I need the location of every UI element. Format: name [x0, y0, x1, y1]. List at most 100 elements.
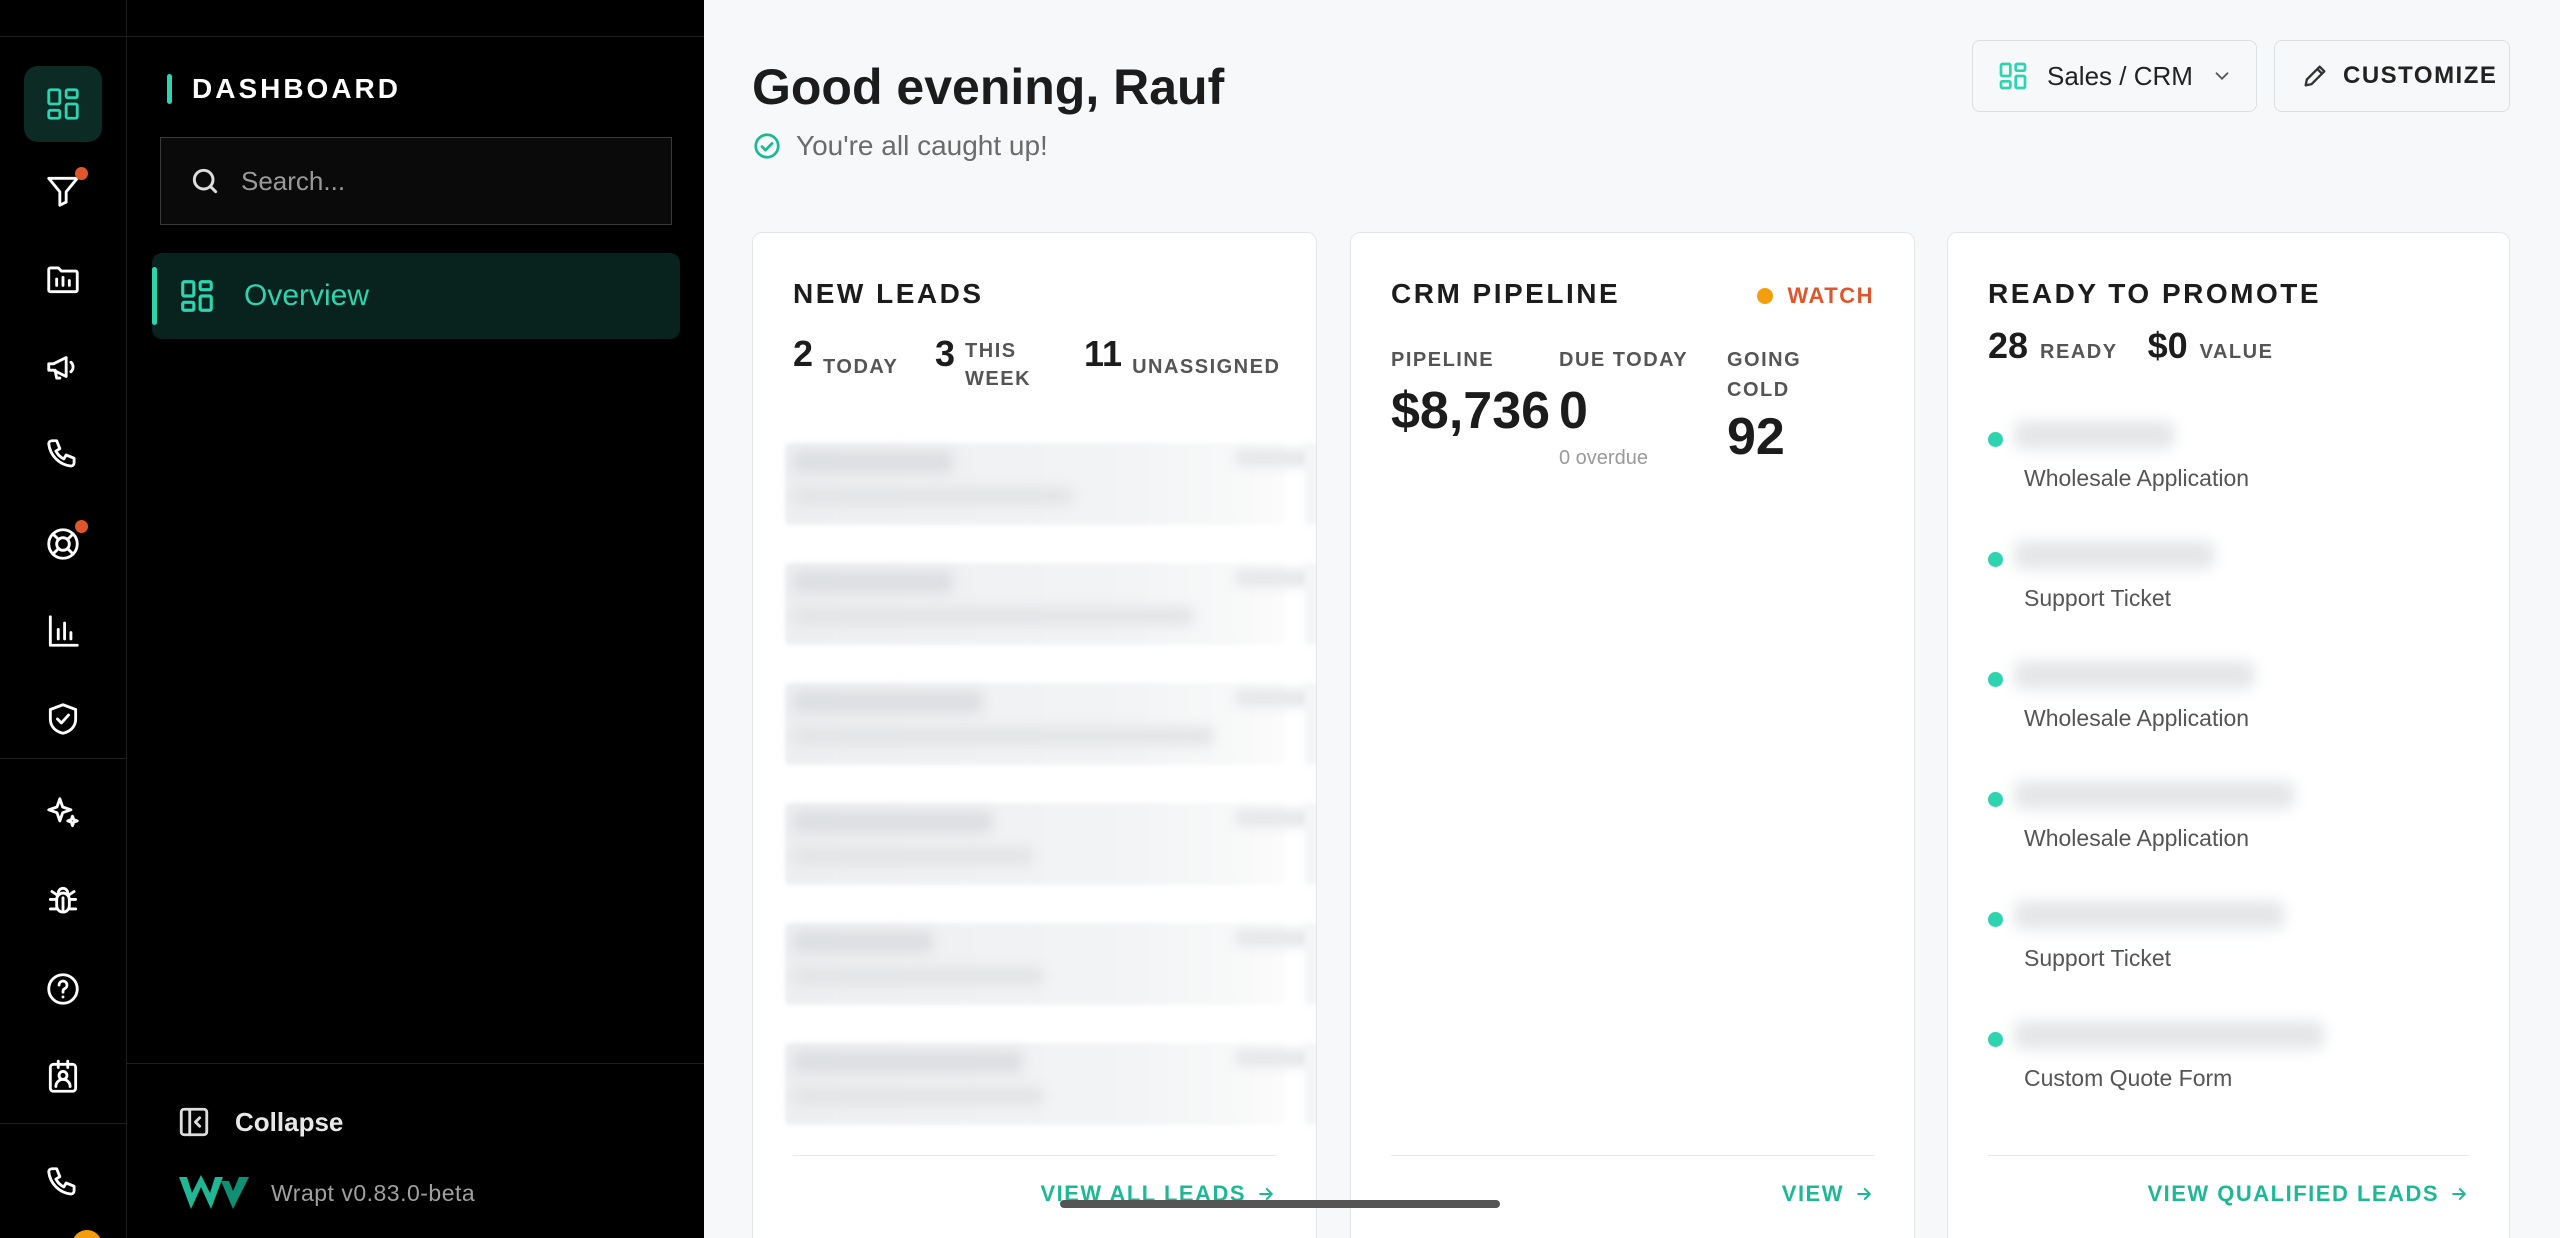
- rail-funnel-button[interactable]: [24, 153, 102, 229]
- rail-divider: [0, 758, 127, 759]
- stat-label-line: THIS: [965, 340, 1017, 362]
- promote-list-item[interactable]: Custom Quote Form: [1988, 1015, 2468, 1115]
- rail-calls-button[interactable]: [24, 417, 102, 493]
- rail-campaigns-button[interactable]: [24, 329, 102, 405]
- card-title: CRM PIPELINE: [1391, 278, 1621, 309]
- version-text: Wrapt v0.83.0-beta: [271, 1179, 476, 1206]
- workspace-select[interactable]: Sales / CRM: [1972, 40, 2257, 112]
- rail-help-button[interactable]: [24, 951, 102, 1027]
- stat-value: 92: [1727, 408, 1785, 466]
- lead-row-redacted[interactable]: [785, 443, 1316, 525]
- card-title: READY TO PROMOTE: [1988, 278, 2322, 309]
- chevron-down-icon: [2215, 72, 2229, 81]
- status-dot: [1988, 672, 2003, 687]
- status-message: You're all caught up!: [752, 130, 1048, 162]
- icon-rail: [0, 0, 127, 1238]
- search-input[interactable]: [241, 165, 621, 197]
- stat-label: TODAY: [823, 356, 899, 378]
- stat-value: $8,736: [1391, 382, 1551, 440]
- title-accent-bar: [167, 74, 172, 104]
- rail-dashboard-button[interactable]: [24, 66, 102, 142]
- home-indicator[interactable]: [1060, 1200, 1500, 1208]
- stat-value: 0: [1559, 382, 1588, 440]
- contact-badge-icon: [48, 1059, 78, 1093]
- view-pipeline-link[interactable]: VIEW: [1782, 1181, 1874, 1207]
- redacted-name: [2014, 781, 2294, 809]
- promote-list-item[interactable]: Wholesale Application: [1988, 775, 2468, 875]
- pencil-icon: [2304, 65, 2326, 87]
- rail-security-button[interactable]: [24, 681, 102, 757]
- lead-source: Custom Quote Form: [2024, 1065, 2233, 1091]
- bug-icon: [48, 886, 78, 914]
- megaphone-icon: [47, 356, 75, 380]
- lead-row-redacted[interactable]: [785, 563, 1316, 645]
- phone-icon: [47, 1167, 76, 1196]
- card-footer-divider: [1988, 1155, 2469, 1156]
- redacted-name: [2014, 661, 2254, 689]
- stat-this-week: 3 THIS WEEK: [935, 333, 1031, 393]
- redacted-name: [2014, 901, 2284, 929]
- rail-divider: [0, 36, 127, 37]
- view-qualified-leads-link[interactable]: VIEW QUALIFIED LEADS: [2147, 1181, 2469, 1207]
- status-dot: [1988, 792, 2003, 807]
- avatar[interactable]: [72, 1230, 102, 1238]
- stat-today: 2 TODAY: [793, 333, 898, 381]
- nav-item-overview[interactable]: Overview: [152, 253, 680, 339]
- dashboard-icon: [47, 88, 79, 120]
- status-dot: [1988, 912, 2003, 927]
- wrapt-logo: [179, 1175, 249, 1209]
- stat-label-line: WEEK: [965, 368, 1032, 390]
- promote-list-item[interactable]: Support Ticket: [1988, 535, 2468, 635]
- side-panel: DASHBOARD Overview Collapse Wrapt v0.83.…: [127, 0, 704, 1238]
- rail-folder-button[interactable]: [24, 241, 102, 317]
- lead-source: Wholesale Application: [2024, 825, 2250, 851]
- stat-value: 11: [1084, 333, 1123, 374]
- search-box[interactable]: [160, 137, 672, 225]
- redacted-name: [2014, 541, 2214, 569]
- check-circle-icon: [754, 133, 780, 159]
- panel-divider: [127, 36, 704, 37]
- lead-row-redacted[interactable]: [785, 803, 1316, 885]
- stat-label: VALUE: [2199, 341, 2274, 363]
- promote-list-item[interactable]: Wholesale Application: [1988, 655, 2468, 755]
- rail-ai-button[interactable]: [24, 775, 102, 851]
- status-dot: [1757, 288, 1774, 304]
- rail-bugs-button[interactable]: [24, 863, 102, 939]
- collapse-button[interactable]: Collapse: [177, 1105, 343, 1139]
- notification-dot: [75, 167, 88, 180]
- overdue-text: 0 overdue: [1559, 447, 1648, 469]
- help-icon: [47, 973, 79, 1005]
- rail-reports-button[interactable]: [24, 593, 102, 669]
- status-dot: [1988, 552, 2003, 567]
- rail-dialer-button[interactable]: [24, 1145, 102, 1221]
- redacted-name: [2014, 421, 2174, 449]
- redacted-name: [2014, 1021, 2324, 1049]
- stat-value: 28: [1988, 325, 2029, 366]
- panel-title-text: DASHBOARD: [192, 73, 401, 104]
- link-label: VIEW: [1781, 1181, 1844, 1206]
- lead-row-redacted[interactable]: [785, 683, 1316, 765]
- promote-list-item[interactable]: Support Ticket: [1988, 895, 2468, 995]
- bar-chart-icon: [48, 615, 79, 647]
- panel-divider: [127, 1063, 704, 1064]
- lead-row-redacted[interactable]: [785, 923, 1316, 1005]
- page-title: Good evening, Rauf: [752, 59, 1225, 115]
- rail-contacts-button[interactable]: [24, 1039, 102, 1115]
- notification-dot: [75, 520, 88, 533]
- crm-pipeline-card: CRM PIPELINE WATCH PIPELINE $8,736 DUE T…: [1350, 232, 1915, 1238]
- lead-row-redacted[interactable]: [785, 1043, 1316, 1125]
- customize-button[interactable]: CUSTOMIZE: [2274, 40, 2510, 112]
- going-cold-stat: GOING COLD 92: [1727, 345, 1801, 467]
- rail-support-button[interactable]: [24, 506, 102, 582]
- stat-unassigned: 11 UNASSIGNED: [1084, 333, 1280, 381]
- stat-label: DUE TODAY: [1559, 349, 1689, 371]
- watch-label: WATCH: [1787, 283, 1874, 308]
- promote-list-item[interactable]: Wholesale Application: [1988, 415, 2468, 515]
- pipeline-stat: PIPELINE $8,736: [1391, 345, 1550, 441]
- watch-badge: WATCH: [1757, 283, 1874, 309]
- arrow-right-icon: [2452, 1188, 2466, 1200]
- due-today-stat: DUE TODAY 0 0 overdue: [1559, 345, 1688, 470]
- folder-icon: [47, 266, 79, 294]
- card-footer-divider: [1391, 1155, 1874, 1156]
- phone-icon: [47, 439, 76, 468]
